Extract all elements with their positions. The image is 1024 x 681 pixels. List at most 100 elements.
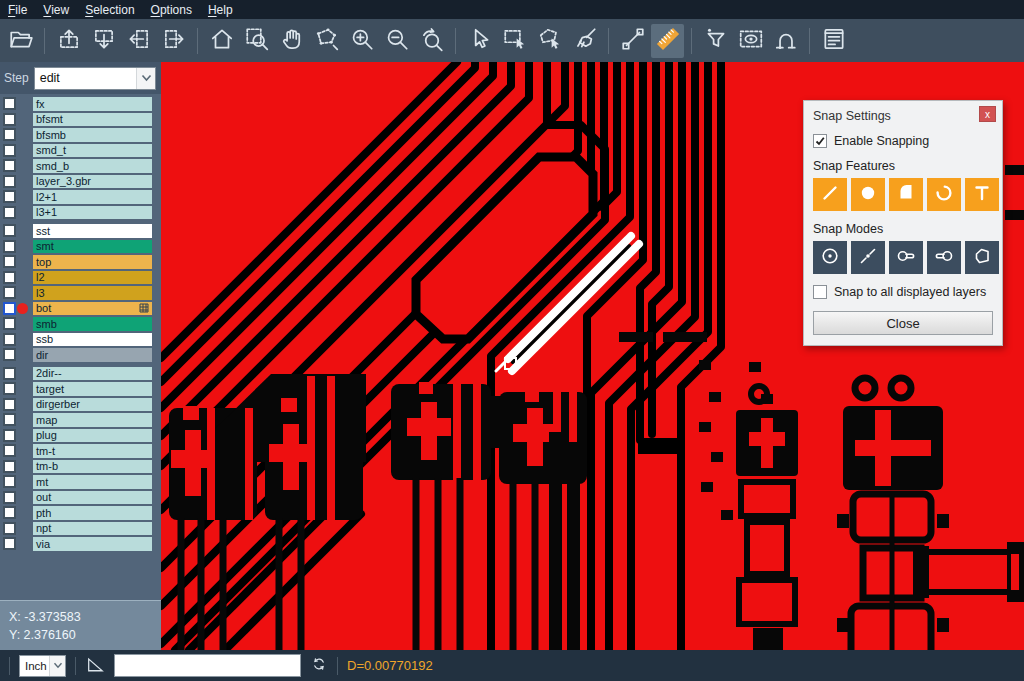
layer-visibility-checkbox[interactable]	[3, 255, 16, 268]
layer-row-2dir--[interactable]: 2dir--	[0, 367, 161, 381]
layer-name[interactable]: l2+1	[33, 190, 152, 204]
layer-visibility-checkbox[interactable]	[3, 286, 16, 299]
view-area-button[interactable]	[734, 24, 767, 58]
layer-name[interactable]: npt	[33, 522, 152, 536]
layer-visibility-checkbox[interactable]	[3, 224, 16, 237]
layer-row-mt[interactable]: mt	[0, 475, 161, 489]
layer-name[interactable]: smd_t	[33, 144, 152, 158]
layer-row-target[interactable]: target	[0, 382, 161, 396]
snap-midpoint-button[interactable]	[851, 241, 885, 274]
layer-visibility-checkbox[interactable]	[3, 429, 16, 442]
layer-visibility-checkbox[interactable]	[3, 522, 16, 535]
zoom-previous-button[interactable]	[415, 24, 448, 58]
snap-all-layers-checkbox[interactable]	[813, 285, 827, 299]
zoom-polygon-button[interactable]	[310, 24, 343, 58]
layer-visibility-checkbox[interactable]	[3, 317, 16, 330]
menu-help[interactable]: Help	[200, 0, 241, 19]
unit-select[interactable]: Inch	[19, 655, 66, 677]
layer-row-l3+1[interactable]: l3+1	[0, 206, 161, 220]
sync-icon[interactable]	[310, 655, 328, 676]
step-select[interactable]: edit	[34, 67, 156, 90]
layer-visibility-checkbox[interactable]	[3, 206, 16, 219]
layer-row-bot[interactable]: bot	[0, 302, 161, 316]
layer-name[interactable]: fx	[33, 97, 152, 111]
layer-row-dir[interactable]: dir	[0, 348, 161, 362]
snap-key-right-button[interactable]	[927, 241, 961, 274]
zoom-in-button[interactable]	[345, 24, 378, 58]
layer-name[interactable]: mt	[33, 475, 152, 489]
layer-name[interactable]: bfsmb	[33, 128, 152, 142]
snap-line-button[interactable]	[813, 178, 847, 211]
snap-center-button[interactable]	[813, 241, 847, 274]
layer-visibility-checkbox[interactable]	[3, 302, 16, 315]
layer-visibility-checkbox[interactable]	[3, 491, 16, 504]
layer-visibility-checkbox[interactable]	[3, 475, 16, 488]
layer-row-via[interactable]: via	[0, 537, 161, 551]
layer-visibility-checkbox[interactable]	[3, 413, 16, 426]
pcb-canvas[interactable]: Snap Settings x Enable Snapping Snap Fea…	[161, 62, 1024, 650]
layer-row-bfsmt[interactable]: bfsmt	[0, 113, 161, 127]
snap-circle-button[interactable]	[851, 178, 885, 211]
layer-name[interactable]: smb	[33, 317, 152, 331]
move-up-button[interactable]	[52, 24, 85, 58]
layer-name[interactable]: tm-b	[33, 460, 152, 474]
layer-row-out[interactable]: out	[0, 491, 161, 505]
menu-view[interactable]: View	[35, 0, 77, 19]
layer-row-tm-b[interactable]: tm-b	[0, 460, 161, 474]
command-input[interactable]	[114, 654, 301, 677]
pan-hand-button[interactable]	[275, 24, 308, 58]
select-cursor-button[interactable]	[463, 24, 496, 58]
enable-snapping-checkbox[interactable]	[813, 134, 827, 148]
snap-key-left-button[interactable]	[889, 241, 923, 274]
layer-name[interactable]: out	[33, 491, 152, 505]
layer-row-smd_b[interactable]: smd_b	[0, 159, 161, 173]
menu-options[interactable]: Options	[143, 0, 200, 19]
layer-row-plug[interactable]: plug	[0, 429, 161, 443]
layer-name[interactable]: l3+1	[33, 206, 152, 220]
layer-name[interactable]: tm-t	[33, 444, 152, 458]
layer-name[interactable]: l3	[33, 286, 152, 300]
layer-row-smt[interactable]: smt	[0, 240, 161, 254]
zoom-window-button[interactable]	[240, 24, 273, 58]
select-rect-button[interactable]	[498, 24, 531, 58]
layer-row-npt[interactable]: npt	[0, 522, 161, 536]
layer-visibility-checkbox[interactable]	[3, 190, 16, 203]
menu-selection[interactable]: Selection	[77, 0, 142, 19]
layer-visibility-checkbox[interactable]	[3, 128, 16, 141]
layer-visibility-checkbox[interactable]	[3, 144, 16, 157]
menu-file[interactable]: File	[0, 0, 35, 19]
measure-line-button[interactable]	[616, 24, 649, 58]
layer-name[interactable]: bfsmt	[33, 113, 152, 127]
layer-name[interactable]: bot	[33, 302, 152, 316]
layer-name[interactable]: smd_b	[33, 159, 152, 173]
layer-visibility-checkbox[interactable]	[3, 398, 16, 411]
layer-name[interactable]: layer_3.gbr	[33, 175, 152, 189]
layer-visibility-checkbox[interactable]	[3, 271, 16, 284]
snap-text-button[interactable]	[965, 178, 999, 211]
net-trace-button[interactable]	[769, 24, 802, 58]
layer-visibility-checkbox[interactable]	[3, 460, 16, 473]
filter-button[interactable]	[699, 24, 732, 58]
snap-pad-button[interactable]	[889, 178, 923, 211]
layer-visibility-checkbox[interactable]	[3, 537, 16, 550]
clear-brush-button[interactable]	[568, 24, 601, 58]
layer-row-bfsmb[interactable]: bfsmb	[0, 128, 161, 142]
layer-row-layer_3.gbr[interactable]: layer_3.gbr	[0, 175, 161, 189]
layer-row-l3[interactable]: l3	[0, 286, 161, 300]
open-folder-button[interactable]	[4, 24, 37, 58]
layer-row-dirgerber[interactable]: dirgerber	[0, 398, 161, 412]
move-left-button[interactable]	[122, 24, 155, 58]
layer-row-sst[interactable]: sst	[0, 224, 161, 238]
move-down-button[interactable]	[87, 24, 120, 58]
layer-visibility-checkbox[interactable]	[3, 240, 16, 253]
layer-visibility-checkbox[interactable]	[3, 97, 16, 110]
snap-arc-button[interactable]	[927, 178, 961, 211]
layer-row-fx[interactable]: fx	[0, 97, 161, 111]
layer-name[interactable]: via	[33, 537, 152, 551]
layer-visibility-checkbox[interactable]	[3, 159, 16, 172]
layer-name[interactable]: plug	[33, 429, 152, 443]
layer-name[interactable]: dirgerber	[33, 398, 152, 412]
measure-ruler-button[interactable]	[651, 24, 684, 58]
layer-row-l2[interactable]: l2	[0, 271, 161, 285]
layer-row-map[interactable]: map	[0, 413, 161, 427]
